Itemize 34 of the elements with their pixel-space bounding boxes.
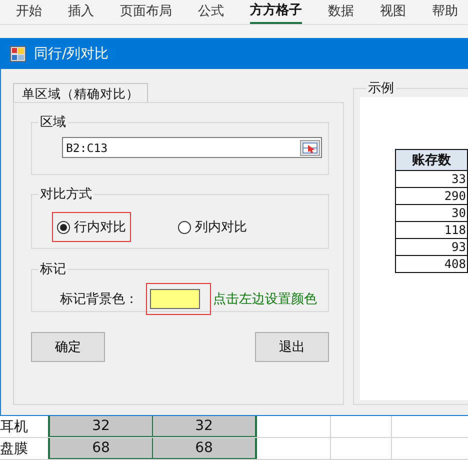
table-cell: 30	[396, 204, 468, 222]
table-cell: 33	[396, 170, 468, 188]
ribbon-tab[interactable]: 视图	[380, 1, 406, 23]
sheet-cell: 68	[50, 438, 153, 459]
table-cell: 408	[396, 256, 468, 272]
table-cell: 290	[396, 188, 468, 204]
field-label: 标记背景色：	[60, 291, 138, 308]
sheet-cell: 32	[50, 416, 153, 437]
ribbon-tab[interactable]: 插入	[68, 1, 94, 23]
tab[interactable]: 单区域（精确对比）	[13, 83, 148, 102]
dialog-button[interactable]: 退出	[255, 332, 329, 362]
table-header: 账存数	[396, 150, 468, 170]
ribbon-tab[interactable]: 数据	[328, 1, 354, 23]
ribbon-tab[interactable]: 开始	[16, 1, 42, 23]
color-swatch[interactable]	[150, 289, 200, 309]
ribbon-tab[interactable]: 公式	[198, 1, 224, 23]
grid-icon	[10, 46, 26, 62]
ribbon-tab[interactable]: 帮助	[432, 1, 458, 23]
table-cell: 93	[396, 238, 468, 256]
group-title: 对比方式	[39, 186, 93, 203]
window-title: 同行/列对比	[34, 44, 109, 62]
dialog-button[interactable]: 确定	[31, 332, 105, 362]
hint-text: 点击左边设置颜色	[213, 291, 317, 308]
sheet-cell: 68	[153, 438, 257, 459]
ribbon-tab[interactable]: 页面布局	[120, 1, 172, 23]
group-title: 标记	[39, 261, 67, 278]
group-title: 区域	[39, 114, 67, 131]
range-field[interactable]: B2:C13	[62, 137, 322, 158]
radio-option[interactable]: 列内对比	[173, 212, 252, 242]
group-title: 示例	[367, 80, 395, 97]
range-picker-icon[interactable]	[300, 140, 320, 156]
sheet-cell: 32	[153, 416, 257, 437]
table-cell: 118	[396, 222, 468, 238]
radio-option[interactable]: 行内对比	[52, 212, 131, 242]
